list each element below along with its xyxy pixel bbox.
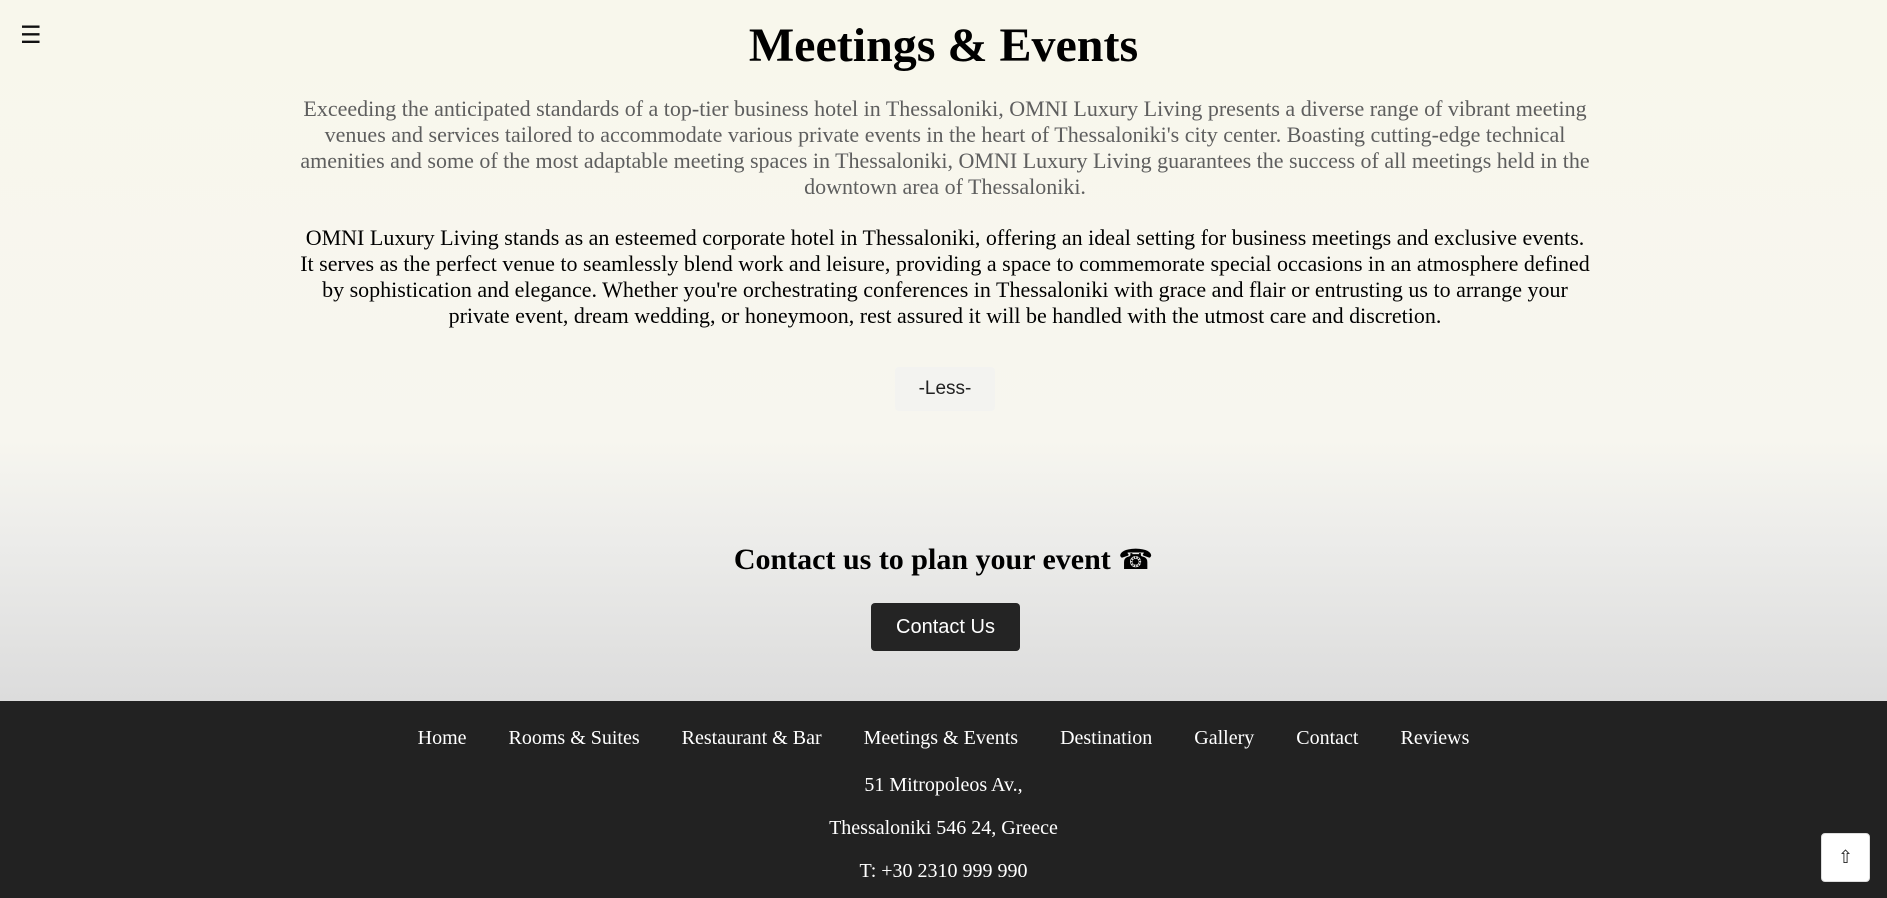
telephone-icon: ☎ xyxy=(1118,543,1154,576)
intro-paragraph: Exceeding the anticipated standards of a… xyxy=(300,96,1590,199)
footer-address-line-1: 51 Mitropoleos Av., xyxy=(864,774,1023,796)
footer-phone: T: +30 2310 999 990 xyxy=(859,860,1028,882)
footer-nav: Home Rooms & Suites Restaurant & Bar Mee… xyxy=(0,725,1887,751)
footer-link-destination[interactable]: Destination xyxy=(1060,725,1152,751)
footer: Home Rooms & Suites Restaurant & Bar Mee… xyxy=(0,701,1887,898)
footer-link-meetings-events[interactable]: Meetings & Events xyxy=(864,725,1018,751)
footer-link-home[interactable]: Home xyxy=(418,725,467,751)
contact-heading-text: Contact us to plan your event xyxy=(733,543,1111,576)
footer-link-reviews[interactable]: Reviews xyxy=(1400,725,1469,751)
footer-address-line-2: Thessaloniki 546 24, Greece xyxy=(829,817,1058,839)
description-paragraph: OMNI Luxury Living stands as an esteemed… xyxy=(300,225,1590,328)
scroll-to-top-button[interactable]: ⇧ xyxy=(1821,833,1870,882)
footer-link-gallery[interactable]: Gallery xyxy=(1194,725,1254,751)
footer-link-contact[interactable]: Contact xyxy=(1296,725,1358,751)
page-title: Meetings & Events xyxy=(748,19,1139,72)
footer-link-rooms-suites[interactable]: Rooms & Suites xyxy=(509,725,640,751)
contact-heading: Contact us to plan your event ☎ xyxy=(0,540,1887,580)
footer-link-restaurant-bar[interactable]: Restaurant & Bar xyxy=(682,725,822,751)
arrow-up-icon: ⇧ xyxy=(1837,847,1854,868)
contact-us-button[interactable]: Contact Us xyxy=(871,603,1020,651)
show-less-button[interactable]: -Less- xyxy=(895,367,995,411)
